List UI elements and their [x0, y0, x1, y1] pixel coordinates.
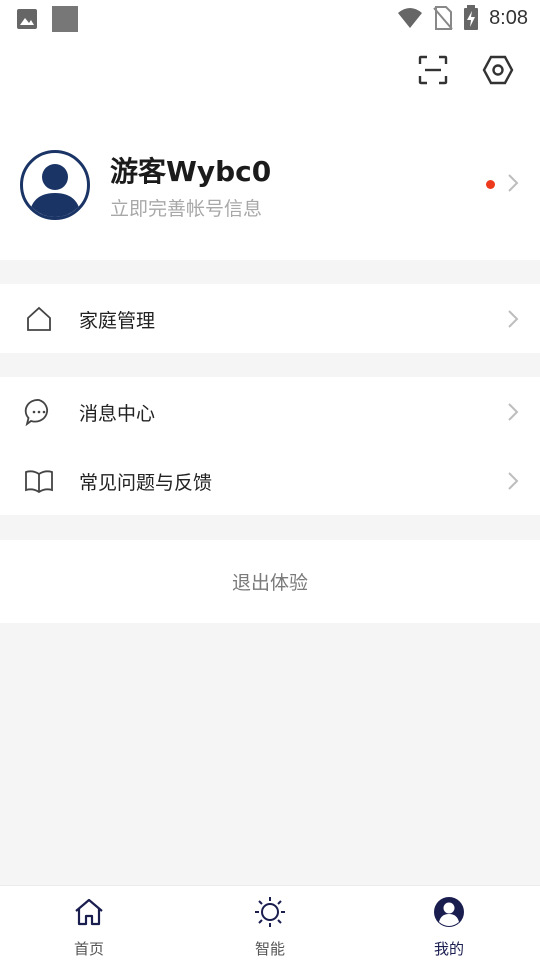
chevron-right-icon [508, 403, 519, 421]
home-icon [75, 898, 103, 926]
profile-card[interactable]: 游客Wybc0 立即完善帐号信息 [0, 136, 540, 236]
bottom-tab-bar: 首页 智能 我的 [0, 885, 540, 960]
menu-item-label: 常见问题与反馈 [79, 472, 213, 494]
chevron-right-icon [508, 310, 519, 328]
complete-profile-hint: 立即完善帐号信息 [110, 198, 263, 220]
settings-hexagon-icon [482, 55, 514, 85]
tab-label: 我的 [433, 940, 464, 958]
image-notification-icon [17, 9, 37, 29]
exit-trial-label: 退出体验 [231, 572, 308, 594]
menu-item-faq-feedback[interactable]: 常见问题与反馈 [0, 446, 540, 515]
chat-bubble-icon [24, 399, 48, 427]
no-sim-icon [433, 6, 453, 30]
menu-item-message-center[interactable]: 消息中心 [0, 377, 540, 446]
menu-section-family: 家庭管理 [0, 284, 540, 353]
user-avatar-icon [29, 164, 81, 217]
profile-header: 游客Wybc0 立即完善帐号信息 [0, 36, 540, 260]
status-bar: 8:08 [0, 0, 540, 36]
tab-mine[interactable]: 我的 [389, 886, 509, 960]
chevron-right-icon [508, 174, 519, 192]
battery-charging-icon [464, 5, 479, 30]
tab-label: 智能 [254, 940, 285, 958]
chevron-right-icon [508, 472, 519, 490]
wifi-icon [398, 8, 423, 28]
username: 游客Wybc0 [110, 155, 272, 188]
menu-section-support: 消息中心 常见问题与反馈 [0, 377, 540, 515]
sun-icon [255, 897, 285, 927]
status-time: 8:08 [489, 6, 528, 29]
app-notification-icon [52, 6, 78, 32]
user-icon [434, 897, 464, 927]
menu-item-label: 家庭管理 [79, 310, 156, 332]
menu-item-family-management[interactable]: 家庭管理 [0, 284, 540, 353]
scan-button[interactable] [413, 50, 453, 90]
exit-trial-button[interactable]: 退出体验 [0, 540, 540, 623]
notification-dot [486, 180, 495, 189]
tab-smart[interactable]: 智能 [210, 886, 330, 960]
settings-button[interactable] [478, 50, 518, 90]
home-outline-icon [27, 306, 51, 331]
menu-item-label: 消息中心 [79, 403, 156, 425]
tab-label: 首页 [73, 940, 104, 958]
avatar[interactable] [20, 150, 90, 220]
tab-home[interactable]: 首页 [29, 886, 149, 960]
book-icon [25, 470, 53, 494]
scan-icon [418, 55, 448, 85]
